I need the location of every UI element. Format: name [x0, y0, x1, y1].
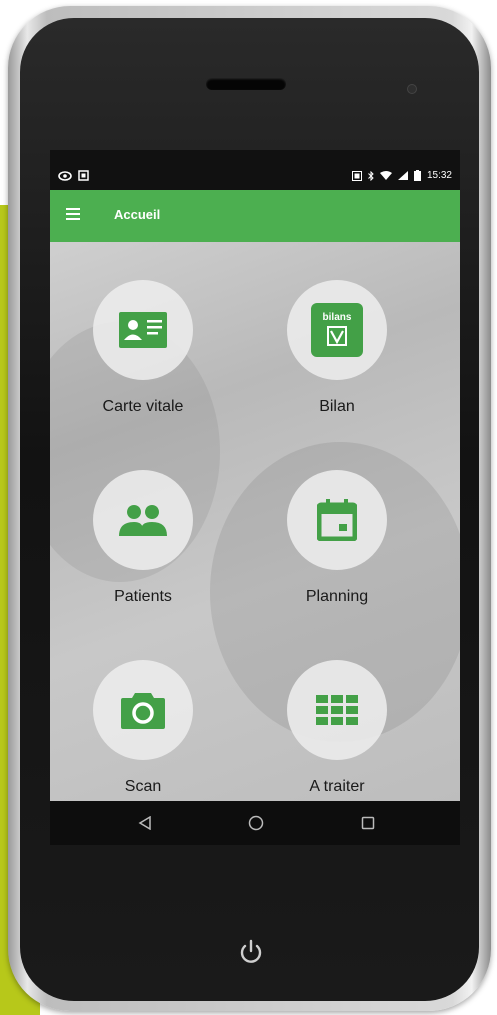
calendar-icon: [317, 499, 357, 541]
recents-square-icon: [361, 816, 375, 830]
back-triangle-icon: [138, 816, 151, 830]
tile-label: Bilan: [319, 398, 355, 415]
bilans-badge: bilans: [323, 312, 352, 323]
bluetooth-icon: [368, 170, 374, 181]
nfc-icon: [351, 170, 362, 181]
tile-label: Patients: [114, 588, 172, 605]
tile-label: Planning: [305, 588, 369, 605]
tile-scan[interactable]: Scan: [70, 660, 210, 810]
tile-a-traiter[interactable]: A traiter: [264, 660, 404, 810]
bilans-doc-icon: bilans: [311, 303, 363, 357]
status-time: 15:32: [426, 170, 452, 181]
hamburger-menu-icon[interactable]: [66, 208, 80, 220]
recents-button[interactable]: [358, 813, 378, 833]
app-bar: Accueil: [50, 190, 460, 242]
front-camera-sensor: [407, 84, 417, 94]
battery-icon: [413, 170, 421, 181]
wifi-icon: [379, 171, 392, 180]
earpiece-speaker: [206, 78, 286, 90]
status-bar: 15:32: [50, 150, 460, 190]
android-nav-bar: [50, 801, 460, 845]
camera-icon: [121, 693, 165, 729]
power-icon[interactable]: [237, 938, 265, 966]
tile-planning[interactable]: Planning: [264, 470, 404, 620]
screen-cast-icon: [78, 170, 89, 181]
tile-carte-vitale[interactable]: Carte vitale: [70, 280, 210, 430]
signal-icon: [397, 171, 408, 180]
home-content: Carte vitale bilans Bilan Patients Plann…: [50, 242, 460, 801]
home-circle-icon: [248, 815, 264, 831]
eye-icon: [58, 170, 72, 181]
page-title: Accueil: [114, 207, 161, 222]
tile-patients[interactable]: Patients: [70, 470, 210, 620]
tile-label: A traiter: [309, 778, 365, 795]
id-card-icon: [119, 312, 167, 348]
back-button[interactable]: [135, 813, 155, 833]
phone-screen: 15:32 Accueil Carte vitale bilans Bilan …: [50, 150, 460, 845]
home-button[interactable]: [246, 813, 266, 833]
tile-label: Scan: [124, 778, 162, 795]
grid-icon: [316, 695, 358, 725]
tile-bilan[interactable]: bilans Bilan: [264, 280, 404, 430]
tile-label: Carte vitale: [102, 398, 184, 415]
people-icon: [119, 505, 167, 536]
